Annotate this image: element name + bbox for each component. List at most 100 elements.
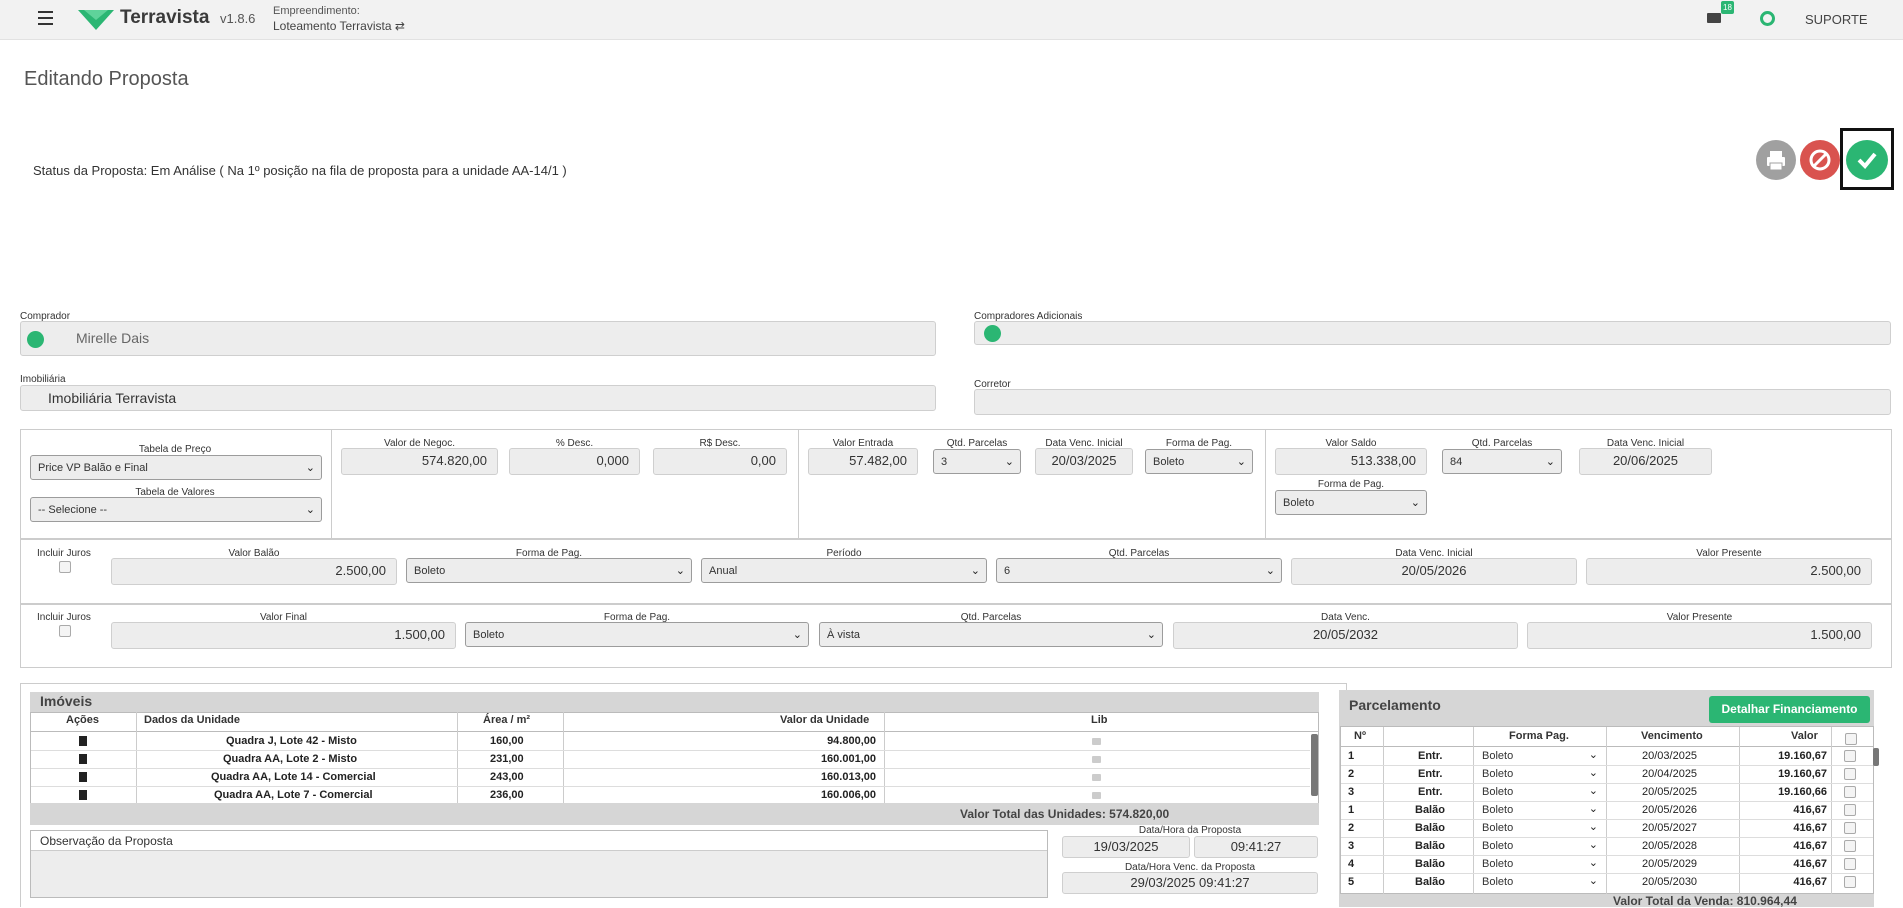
pct-desc-input[interactable]: 0,000 [509, 448, 640, 475]
search-icon[interactable] [27, 331, 44, 348]
mail-icon[interactable] [1707, 13, 1721, 23]
parcela-valor: 416,67 [1793, 840, 1827, 852]
rs-desc-input[interactable]: 0,00 [653, 448, 787, 475]
unit-value: 94.800,00 [827, 735, 876, 747]
table-row: 1 Entr. Boleto ⌄ 20/03/2025 19.160,67 [1341, 748, 1873, 766]
menu-icon[interactable] [38, 11, 53, 25]
tabela-preco-select[interactable]: Price VP Balão e Final ⌄ [30, 455, 322, 480]
balao-forma-select[interactable]: Boleto ⌄ [406, 558, 692, 583]
balao-data-input[interactable]: 20/05/2026 [1291, 558, 1577, 585]
parcela-forma-select[interactable]: Boleto ⌄ [1475, 749, 1604, 765]
comprador-field[interactable]: Mirelle Dais [20, 321, 936, 356]
scrollbar[interactable] [1873, 748, 1879, 766]
parcela-tipo: Entr. [1418, 768, 1443, 780]
table-row: 4 Balão Boleto ⌄ 20/05/2029 416,67 [1341, 856, 1873, 874]
parcela-forma-select[interactable]: Boleto ⌄ [1475, 785, 1604, 801]
document-icon[interactable] [79, 754, 87, 764]
parcela-forma-value: Boleto [1482, 804, 1514, 816]
saldo-qtd-select[interactable]: 84 ⌄ [1442, 449, 1562, 474]
valor-final-input[interactable]: 1.500,00 [111, 622, 456, 649]
final-incluir-juros-checkbox[interactable] [59, 625, 71, 637]
entrada-qtd-label: Qtd. Parcelas [946, 438, 1008, 449]
search-icon[interactable] [984, 325, 1001, 342]
imobiliaria-field[interactable]: Imobiliária Terravista [20, 385, 936, 411]
parcela-forma-select[interactable]: Boleto ⌄ [1475, 821, 1604, 837]
balao-qtd-select[interactable]: 6 ⌄ [996, 558, 1282, 583]
table-row: 2 Entr. Boleto ⌄ 20/04/2025 19.160,67 [1341, 766, 1873, 784]
parcela-checkbox[interactable] [1844, 750, 1856, 762]
scrollbar[interactable] [1311, 734, 1318, 796]
parcela-checkbox[interactable] [1844, 876, 1856, 888]
tabela-valores-value: -- Selecione -- [38, 504, 108, 516]
final-forma-select[interactable]: Boleto ⌄ [465, 622, 809, 647]
chevron-down-icon: ⌄ [970, 565, 980, 577]
parcela-forma-value: Boleto [1482, 750, 1514, 762]
entrada-forma-label: Forma de Pag. [1165, 438, 1233, 449]
document-icon[interactable] [79, 790, 87, 800]
parcela-checkbox[interactable] [1844, 786, 1856, 798]
parcela-forma-select[interactable]: Boleto ⌄ [1475, 767, 1604, 783]
table-row: Quadra AA, Lote 14 - Comercial 243,00 16… [31, 769, 1310, 787]
valor-negoc-input[interactable]: 574.820,00 [341, 448, 498, 475]
page-title: Editando Proposta [24, 68, 189, 90]
cancel-button[interactable] [1800, 140, 1840, 180]
chevron-down-icon: ⌄ [1265, 565, 1275, 577]
table-row: 3 Balão Boleto ⌄ 20/05/2028 416,67 [1341, 838, 1873, 856]
parcela-vencimento: 20/05/2026 [1642, 804, 1698, 816]
final-qtd-select[interactable]: À vista ⌄ [819, 622, 1163, 647]
balao-incluir-juros-checkbox[interactable] [59, 561, 71, 573]
detalhar-financiamento-button[interactable]: Detalhar Financiamento [1709, 696, 1870, 723]
parcela-forma-select[interactable]: Boleto ⌄ [1475, 857, 1604, 873]
parcela-valor: 416,67 [1793, 858, 1827, 870]
parcela-checkbox[interactable] [1844, 804, 1856, 816]
saldo-forma-select[interactable]: Boleto ⌄ [1275, 490, 1427, 515]
parcela-numero: 5 [1348, 876, 1355, 888]
parcela-checkbox[interactable] [1844, 822, 1856, 834]
entrada-qtd-select[interactable]: 3 ⌄ [933, 449, 1021, 474]
final-data-input[interactable]: 20/05/2032 [1173, 622, 1518, 649]
imobiliaria-label: Imobiliária [20, 374, 66, 385]
print-button[interactable] [1756, 140, 1796, 180]
unit-data: Quadra AA, Lote 7 - Comercial [214, 789, 373, 801]
parcela-forma-value: Boleto [1482, 876, 1514, 888]
hora-proposta-input[interactable]: 09:41:27 [1194, 836, 1318, 858]
balao-vp-input[interactable]: 2.500,00 [1586, 558, 1872, 585]
observacao-title: Observação da Proposta [40, 834, 173, 848]
saldo-data-input[interactable]: 20/06/2025 [1579, 448, 1712, 475]
parcela-forma-select[interactable]: Boleto ⌄ [1475, 839, 1604, 855]
document-icon[interactable] [79, 772, 87, 782]
col-vencimento: Vencimento [1641, 730, 1703, 742]
entrada-data-input[interactable]: 20/03/2025 [1035, 448, 1133, 475]
lock-icon [1092, 792, 1101, 799]
parcela-forma-select[interactable]: Boleto ⌄ [1475, 875, 1604, 891]
support-link[interactable]: SUPORTE [1805, 12, 1868, 27]
tabela-valores-select[interactable]: -- Selecione -- ⌄ [30, 497, 322, 522]
entrada-forma-select[interactable]: Boleto ⌄ [1145, 449, 1253, 474]
parcela-checkbox[interactable] [1844, 858, 1856, 870]
balao-qtd-value: 6 [1004, 565, 1011, 577]
project-selector[interactable]: Loteamento Terravista ⇄ [273, 19, 405, 33]
compradores-adicionais-field[interactable] [974, 321, 1891, 345]
approve-button[interactable] [1846, 140, 1888, 180]
valor-saldo-input[interactable]: 513.338,00 [1275, 448, 1427, 475]
venc-proposta-input[interactable]: 29/03/2025 09:41:27 [1062, 872, 1318, 894]
col-dados-unidade: Dados da Unidade [144, 714, 240, 726]
final-vp-input[interactable]: 1.500,00 [1527, 622, 1872, 649]
document-icon[interactable] [79, 736, 87, 746]
chevron-down-icon: ⌄ [1588, 839, 1598, 851]
col-numero: Nº [1354, 730, 1366, 742]
periodo-select[interactable]: Anual ⌄ [701, 558, 987, 583]
balao-incluir-juros-label: Incluir Juros [37, 548, 91, 559]
unit-area: 160,00 [490, 735, 524, 747]
chevron-down-icon: ⌄ [1588, 803, 1598, 815]
corretor-field[interactable] [974, 389, 1891, 415]
parcela-valor: 19.160,66 [1778, 786, 1827, 798]
parcela-forma-select[interactable]: Boleto ⌄ [1475, 803, 1604, 819]
parcela-checkbox[interactable] [1844, 840, 1856, 852]
valor-balao-input[interactable]: 2.500,00 [111, 558, 397, 585]
valor-entrada-input[interactable]: 57.482,00 [808, 448, 918, 475]
data-proposta-input[interactable]: 19/03/2025 [1062, 836, 1190, 858]
select-all-checkbox[interactable] [1845, 733, 1857, 745]
unit-area: 231,00 [490, 753, 524, 765]
parcela-checkbox[interactable] [1844, 768, 1856, 780]
